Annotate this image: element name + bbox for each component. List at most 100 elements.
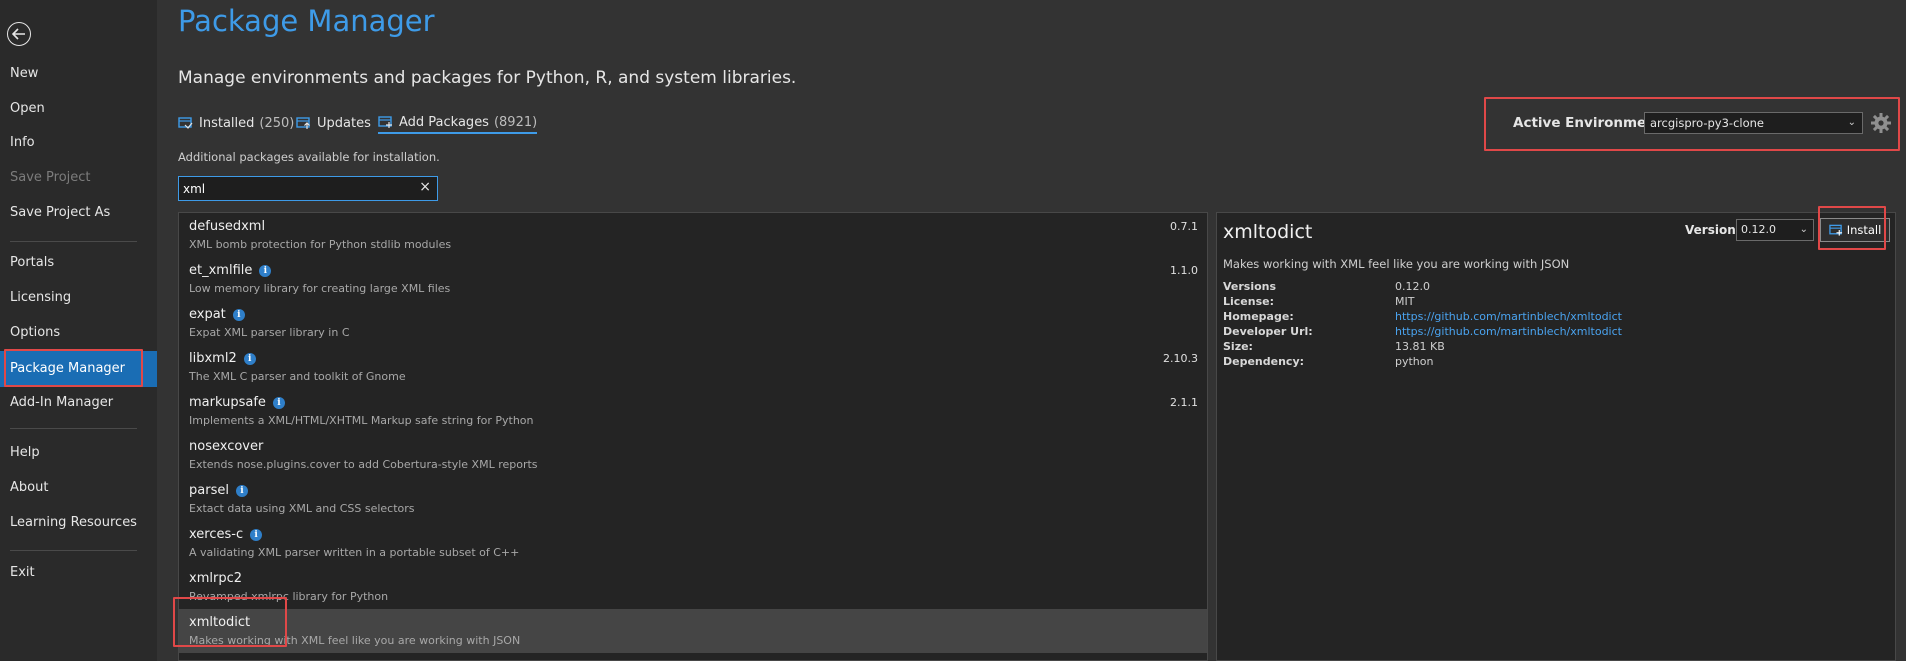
package-name: libxml2 i	[189, 351, 256, 366]
package-icon	[178, 116, 193, 129]
info-icon[interactable]: i	[243, 352, 256, 365]
detail-field-value: MIT	[1395, 295, 1415, 308]
sidebar-item-learning-resources[interactable]: Learning Resources	[0, 506, 157, 540]
detail-field-label: License:	[1223, 295, 1274, 308]
detail-field-label: Homepage:	[1223, 310, 1294, 323]
version-select-value: 0.12.0	[1741, 223, 1776, 236]
highlight-install-button	[1818, 206, 1886, 250]
package-name: et_xmlfile i	[189, 263, 272, 278]
package-description: Extact data using XML and CSS selectors	[189, 502, 415, 515]
sidebar-divider	[10, 428, 137, 429]
add-package-icon	[378, 115, 392, 128]
update-package-icon	[296, 116, 310, 129]
package-row[interactable]: nosexcover Extends nose.plugins.cover to …	[179, 433, 1207, 477]
sidebar-item-new[interactable]: New	[0, 57, 157, 91]
package-name: defusedxml	[189, 219, 265, 234]
package-row[interactable]: xmltodict Makes working with XML feel lik…	[179, 609, 1207, 653]
detail-field-label: Size:	[1223, 340, 1253, 353]
sidebar-item-exit[interactable]: Exit	[0, 556, 157, 590]
tab-add-packages[interactable]: Add Packages (8921)	[378, 112, 538, 134]
sidebar-item-info[interactable]: Info	[0, 126, 157, 160]
package-version: 2.10.3	[1163, 352, 1198, 365]
package-version: 0.7.1	[1170, 220, 1198, 233]
tab-updates[interactable]: Updates	[296, 112, 371, 134]
search-box: ×	[178, 176, 438, 201]
info-icon[interactable]: i	[250, 528, 263, 541]
detail-field-label: Dependency:	[1223, 355, 1305, 368]
package-name: xerces-c i	[189, 527, 263, 542]
package-list[interactable]: defusedxml XML bomb protection for Python…	[178, 212, 1208, 661]
package-row[interactable]: markupsafe i Implements a XML/HTML/XHTML M…	[179, 389, 1207, 433]
package-name-text: markupsafe	[189, 395, 266, 410]
sidebar-item-help[interactable]: Help	[0, 436, 157, 470]
package-name: expat i	[189, 307, 245, 322]
package-row[interactable]: libxml2 i The XML C parser and toolkit of …	[179, 345, 1207, 389]
clear-search-icon[interactable]: ×	[419, 179, 431, 195]
search-input[interactable]	[179, 177, 414, 200]
sidebar-item-options[interactable]: Options	[0, 316, 157, 350]
sidebar-divider	[10, 241, 137, 242]
package-row[interactable]: parsel i Extact data using XML and CSS sel…	[179, 477, 1207, 521]
package-row[interactable]: xerces-c i A validating XML parser written…	[179, 521, 1207, 565]
package-description: Extends nose.plugins.cover to add Cobert…	[189, 458, 538, 471]
back-arrow-icon[interactable]	[7, 22, 31, 46]
package-description: Implements a XML/HTML/XHTML Markup safe …	[189, 414, 534, 427]
info-icon[interactable]: i	[232, 308, 245, 321]
sidebar-divider	[10, 550, 137, 551]
tab-installed-count: (250)	[259, 115, 295, 131]
package-name-text: nosexcover	[189, 439, 264, 454]
package-detail-panel: xmltodict Makes working with XML feel li…	[1216, 212, 1896, 661]
package-row[interactable]: defusedxml XML bomb protection for Python…	[179, 213, 1207, 257]
version-select[interactable]: 0.12.0 ⌄	[1736, 219, 1814, 241]
package-description: Low memory library for creating large XM…	[189, 282, 451, 295]
info-icon[interactable]: i	[272, 396, 285, 409]
package-row[interactable]: et_xmlfile i Low memory library for creati…	[179, 257, 1207, 301]
tab-installed-label: Installed	[199, 115, 255, 131]
package-name: markupsafe i	[189, 395, 285, 410]
info-icon[interactable]: i	[235, 484, 248, 497]
detail-field-value: 13.81 KB	[1395, 340, 1445, 353]
package-description: XML bomb protection for Python stdlib mo…	[189, 238, 452, 251]
detail-field-link[interactable]: https://github.com/martinblech/xmltodict	[1395, 310, 1622, 323]
package-description: Expat XML parser library in C	[189, 326, 350, 339]
highlight-active-environment	[1484, 97, 1900, 151]
tab-add-packages-label: Add Packages	[399, 114, 489, 130]
info-icon[interactable]: i	[259, 264, 272, 277]
page-title: Package Manager	[178, 4, 435, 38]
package-description: The XML C parser and toolkit of Gnome	[189, 370, 406, 383]
detail-field-value: python	[1395, 355, 1434, 368]
detail-field-label: Developer Url:	[1223, 325, 1313, 338]
package-name-text: libxml2	[189, 351, 237, 366]
sidebar-item-save-project[interactable]: Save Project	[0, 161, 157, 195]
sidebar-item-save-project-as[interactable]: Save Project As	[0, 196, 157, 230]
package-row[interactable]: xmlrpc2 Revamped xmlrpc library for Pytho…	[179, 565, 1207, 609]
package-description: A validating XML parser written in a por…	[189, 546, 520, 559]
package-name: nosexcover	[189, 439, 263, 454]
page-subtitle: Manage environments and packages for Pyt…	[178, 68, 797, 88]
sidebar-item-portals[interactable]: Portals	[0, 246, 157, 280]
sidebar: New Open Info Save Project Save Project …	[0, 0, 157, 661]
package-version: 2.1.1	[1170, 396, 1198, 409]
additional-packages-text: Additional packages available for instal…	[178, 150, 440, 164]
chevron-down-icon: ⌄	[1799, 224, 1808, 235]
sidebar-item-open[interactable]: Open	[0, 92, 157, 126]
detail-field-value: 0.12.0	[1395, 280, 1430, 293]
detail-package-name: xmltodict	[1223, 221, 1313, 243]
package-name-text: parsel	[189, 483, 229, 498]
package-row[interactable]: expat i Expat XML parser library in C	[179, 301, 1207, 345]
package-name-text: defusedxml	[189, 219, 266, 234]
highlight-package-manager	[4, 349, 143, 387]
detail-package-description: Makes working with XML feel like you are…	[1223, 257, 1570, 271]
package-name: xmlrpc2	[189, 571, 242, 586]
package-name-text: xerces-c	[189, 527, 244, 542]
sidebar-item-add-in-manager[interactable]: Add-In Manager	[0, 386, 157, 420]
version-label: Version:	[1685, 223, 1741, 237]
package-name-text: et_xmlfile	[189, 263, 253, 278]
tab-updates-label: Updates	[317, 115, 371, 131]
sidebar-item-about[interactable]: About	[0, 471, 157, 505]
highlight-selected-package	[173, 597, 287, 647]
detail-field-link[interactable]: https://github.com/martinblech/xmltodict	[1395, 325, 1622, 338]
sidebar-item-licensing[interactable]: Licensing	[0, 281, 157, 315]
package-name-text: expat	[189, 307, 226, 322]
tab-installed[interactable]: Installed (250)	[178, 112, 294, 134]
